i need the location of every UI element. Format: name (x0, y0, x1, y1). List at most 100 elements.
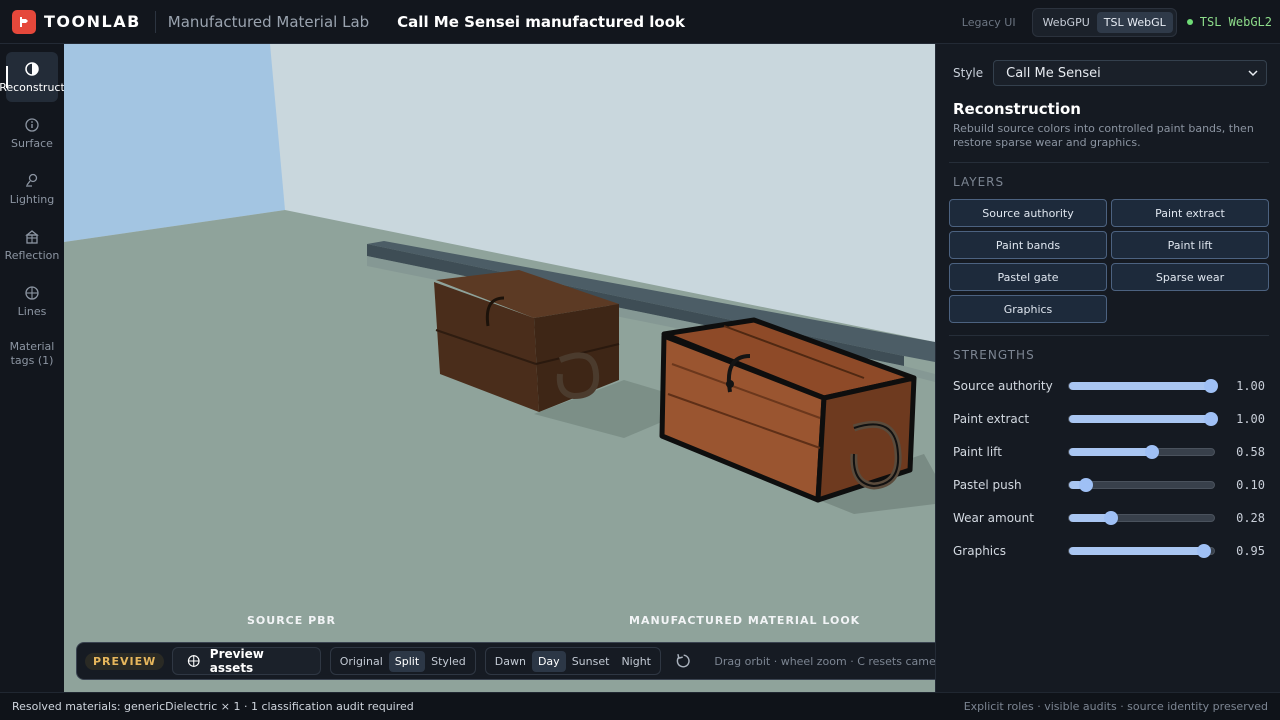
strength-label: Wear amount (953, 511, 1034, 525)
layer-sparse-wear-button[interactable]: Sparse wear (1111, 263, 1269, 291)
strength-slider[interactable] (1067, 544, 1216, 558)
lamp-icon (26, 173, 38, 187)
preview-badge: PREVIEW (85, 652, 165, 670)
strength-label: Graphics (953, 544, 1006, 558)
strength-value: 0.58 (1236, 445, 1265, 459)
style-select-value: Call Me Sensei (1006, 65, 1101, 81)
camera-hint: Drag orbit · wheel zoom · C resets camer… (714, 654, 947, 668)
strength-slider[interactable] (1067, 511, 1216, 525)
view-mode-original-button[interactable]: Original (334, 651, 389, 672)
strength-slider[interactable] (1067, 379, 1218, 393)
style-select[interactable]: Call Me Sensei (993, 60, 1268, 86)
rail-item-label: Reconstruct (0, 80, 65, 94)
preview-toolbar: PREVIEW Preview assets Original Split St… (76, 642, 948, 680)
slider-fill (1068, 382, 1215, 390)
slider-thumb[interactable] (1203, 379, 1218, 393)
header-divider (154, 10, 156, 33)
time-night-button[interactable]: Night (615, 651, 657, 672)
divider (949, 335, 1269, 336)
strength-row: Graphics 0.95 (953, 540, 1265, 562)
left-rail: Reconstruct Surface Lighting Reflection … (0, 44, 65, 692)
settings-panel: Style Call Me Sensei Reconstruction Rebu… (935, 44, 1280, 692)
divider (949, 162, 1269, 163)
strength-label: Source authority (953, 379, 1053, 393)
style-label: Style (953, 66, 984, 80)
strength-value: 0.10 (1236, 478, 1265, 492)
preview-assets-button[interactable]: Preview assets (172, 647, 321, 675)
strengths-title: STRENGTHS (953, 348, 1035, 362)
logo[interactable]: TOONLAB (12, 9, 141, 34)
brand-name: TOONLAB (44, 12, 141, 31)
scene-viewport[interactable]: SOURCE PBR MANUFACTURED MATERIAL LOOK (64, 44, 935, 692)
layer-source-authority-button[interactable]: Source authority (949, 199, 1107, 227)
rail-item-label: Reflection (4, 248, 60, 262)
source-pbr-label: SOURCE PBR (247, 614, 337, 627)
manufactured-look-label: MANUFACTURED MATERIAL LOOK (629, 614, 861, 627)
slider-fill (1068, 448, 1153, 456)
view-mode-split-button[interactable]: Split (388, 650, 426, 672)
look-title: Call Me Sensei manufactured look (397, 12, 686, 31)
strength-slider[interactable] (1067, 412, 1218, 426)
strength-row: Source authority 1.00 (953, 375, 1265, 397)
strength-value: 1.00 (1236, 379, 1265, 393)
material-tags-link[interactable]: Material tags (1) (2, 340, 62, 368)
slider-thumb[interactable] (1196, 544, 1211, 558)
strength-slider[interactable] (1067, 445, 1216, 459)
time-of-day-switch: Dawn Day Sunset Night (484, 647, 661, 675)
info-circle-icon (25, 117, 39, 132)
preview-assets-label: Preview assets (209, 647, 264, 675)
strength-slider[interactable] (1067, 478, 1216, 492)
rail-item-lighting[interactable]: Lighting (6, 164, 58, 214)
slider-thumb[interactable] (1203, 412, 1218, 426)
strength-value: 0.28 (1236, 511, 1265, 525)
rail-item-lines[interactable]: Lines (6, 276, 58, 326)
layer-paint-lift-button[interactable]: Paint lift (1111, 231, 1269, 259)
crosshair-circle-icon (25, 285, 39, 300)
target-icon (188, 655, 200, 667)
layer-graphics-button[interactable]: Graphics (949, 295, 1107, 323)
audit-summary: Explicit roles · visible audits · source… (963, 700, 1268, 713)
slider-thumb[interactable] (1145, 445, 1160, 459)
layer-pastel-gate-button[interactable]: Pastel gate (949, 263, 1107, 291)
rail-item-reconstruct[interactable]: Reconstruct (0, 52, 65, 102)
strength-row: Paint lift 0.58 (953, 441, 1265, 463)
toonlab-logo-icon (12, 9, 36, 34)
reset-camera-icon[interactable] (675, 652, 692, 670)
section-description: Rebuild source colors into controlled pa… (953, 122, 1254, 149)
renderer-switch: WebGPU TSL WebGL (1031, 7, 1177, 37)
time-dawn-button[interactable]: Dawn (489, 651, 532, 672)
time-sunset-button[interactable]: Sunset (566, 651, 616, 672)
slider-thumb[interactable] (1078, 478, 1093, 492)
top-bar: TOONLAB Manufactured Material Lab Call M… (0, 0, 1280, 44)
section-title: Reconstruction (953, 100, 1081, 118)
rail-item-reflection[interactable]: Reflection (4, 220, 60, 270)
renderer-tsl-webgl-button[interactable]: TSL WebGL (1096, 11, 1173, 33)
layer-buttons: Source authority Paint extract Paint ban… (949, 199, 1269, 323)
strength-row: Wear amount 0.28 (953, 507, 1265, 529)
strength-label: Paint lift (953, 445, 1002, 459)
view-mode-styled-button[interactable]: Styled (425, 651, 472, 672)
rail-item-surface[interactable]: Surface (6, 108, 58, 158)
chevron-down-icon (1248, 70, 1258, 77)
view-mode-switch: Original Split Styled (329, 647, 476, 675)
strength-row: Paint extract 1.00 (953, 408, 1265, 430)
rail-item-label: Lighting (9, 192, 55, 206)
renderer-status: TSL WebGL2 (1186, 15, 1272, 29)
strength-value: 0.95 (1236, 544, 1265, 558)
layer-paint-bands-button[interactable]: Paint bands (949, 231, 1107, 259)
slider-thumb[interactable] (1103, 511, 1118, 525)
legacy-ui-link[interactable]: Legacy UI (962, 16, 1016, 29)
layer-paint-extract-button[interactable]: Paint extract (1111, 199, 1269, 227)
scene-render (64, 44, 935, 692)
resolved-materials-status: Resolved materials: genericDielectric × … (12, 700, 414, 713)
app-title: Manufactured Material Lab (167, 12, 370, 31)
rail-item-label: Surface (11, 136, 53, 150)
renderer-webgpu-button[interactable]: WebGPU (1036, 12, 1097, 33)
strength-label: Pastel push (953, 478, 1022, 492)
layers-title: LAYERS (953, 175, 1005, 189)
renderer-status-text: TSL WebGL2 (1199, 15, 1272, 29)
rail-item-label: Lines (17, 304, 47, 318)
strength-value: 1.00 (1236, 412, 1265, 426)
time-day-button[interactable]: Day (531, 650, 566, 672)
half-circle-icon (25, 61, 39, 76)
